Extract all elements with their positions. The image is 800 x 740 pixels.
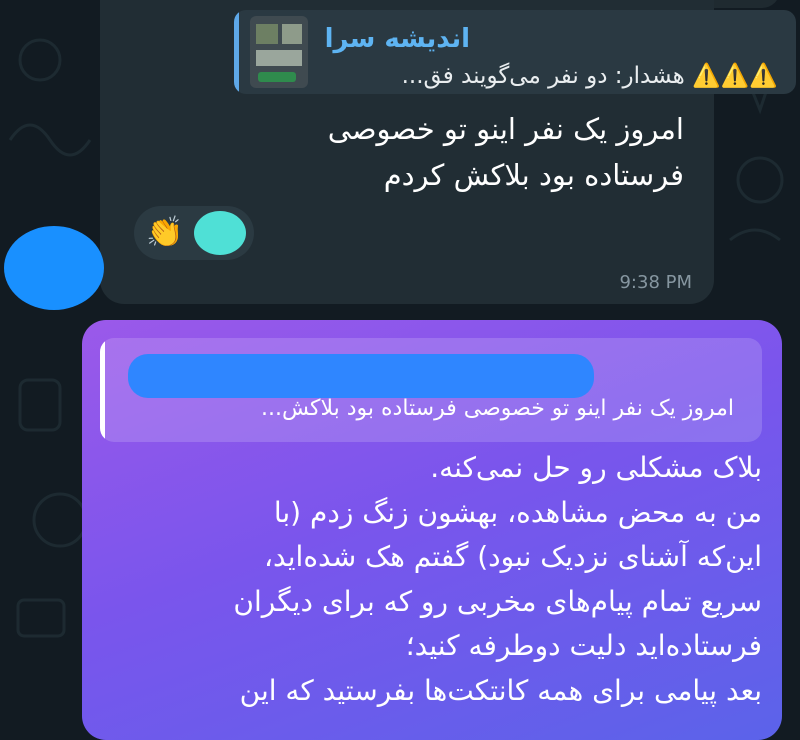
message-line: فرستاده‌اید دلیت دوطرفه کنید؛ xyxy=(405,629,762,662)
message-line: بعد پیامی برای همه کانتکت‌ها بفرستید که … xyxy=(239,673,762,707)
clapping-hands-icon: 👏 xyxy=(146,215,184,250)
outgoing-message-text: بلاک مشکلی رو حل نمی‌کنه. من به محض مشاه… xyxy=(102,446,762,713)
reply-sender-name: اندیشه سرا xyxy=(324,24,470,54)
reply-snippet-text: هشدار: دو نفر می‌گویند فق... xyxy=(401,63,685,89)
reply-accent-bar xyxy=(100,338,105,442)
quoted-reply[interactable]: امروز یک نفر اینو تو خصوصی فرستاده بود ب… xyxy=(100,338,762,442)
reply-thumbnail xyxy=(250,16,308,88)
message-line: سریع تمام پیام‌های مخربی رو که برای دیگر… xyxy=(233,584,762,618)
reactor-avatar xyxy=(194,211,246,255)
redacted-sender-name xyxy=(128,354,594,398)
warning-icon: ⚠️⚠️⚠️ xyxy=(692,63,778,89)
reply-accent-bar xyxy=(234,10,239,94)
quoted-reply[interactable]: اندیشه سرا ⚠️⚠️⚠️ هشدار: دو نفر می‌گویند… xyxy=(234,10,796,94)
outgoing-message-bubble[interactable]: امروز یک نفر اینو تو خصوصی فرستاده بود ب… xyxy=(82,320,782,740)
sender-avatar[interactable] xyxy=(4,226,104,310)
message-line: من به محض مشاهده، بهشون زنگ زدم (با xyxy=(273,495,762,529)
message-line: این‌که آشنای نزدیک نبود) گفتم هک شده‌اید… xyxy=(264,540,762,573)
incoming-message-text: امروز یک نفر اینو تو خصوصی فرستاده بود ب… xyxy=(327,112,684,192)
reaction-chip[interactable]: 👏 xyxy=(134,206,254,260)
reply-snippet: امروز یک نفر اینو تو خصوصی فرستاده بود ب… xyxy=(260,396,734,421)
message-timestamp: 9:38 PM xyxy=(619,272,692,293)
reply-snippet: ⚠️⚠️⚠️ هشدار: دو نفر می‌گویند فق... xyxy=(402,62,778,89)
message-line: بلاک مشکلی رو حل نمی‌کنه. xyxy=(430,451,762,484)
